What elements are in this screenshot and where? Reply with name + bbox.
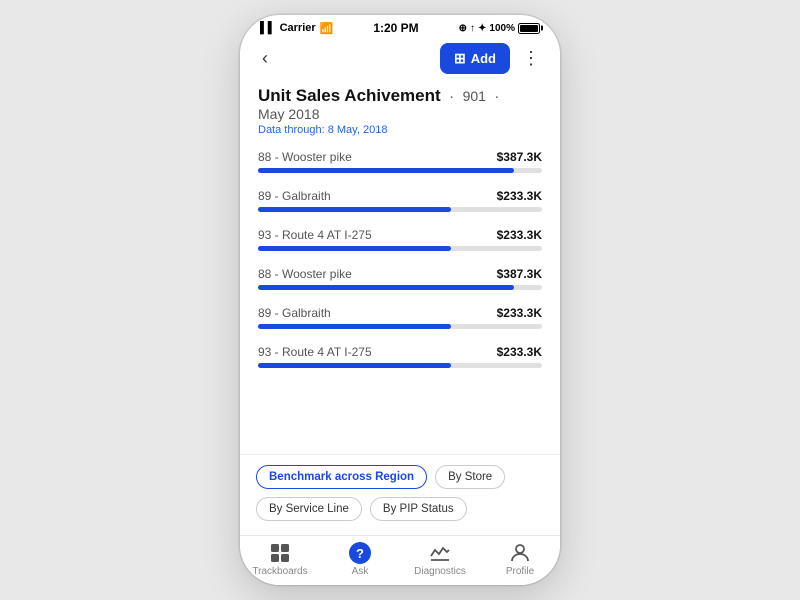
filter-chip[interactable]: Benchmark across Region bbox=[256, 465, 427, 489]
nav-icon-1: ? bbox=[349, 542, 371, 564]
filter-chip[interactable]: By PIP Status bbox=[370, 497, 467, 521]
bar-value: $387.3K bbox=[497, 150, 542, 164]
bar-track bbox=[258, 207, 542, 212]
filter-add-icon: ⊞ bbox=[454, 50, 466, 67]
title-number: 901 bbox=[463, 88, 486, 104]
bar-item: 88 - Wooster pike $387.3K bbox=[258, 267, 542, 290]
status-right: ⊕ ↑ ✦ 100% bbox=[459, 23, 540, 34]
add-button[interactable]: ⊞ Add bbox=[440, 43, 510, 74]
bar-track bbox=[258, 285, 542, 290]
nav-label: Diagnostics bbox=[414, 566, 466, 577]
nav-item-diagnostics[interactable]: Diagnostics bbox=[400, 542, 480, 577]
toolbar: ‹ ⊞ Add ⋮ bbox=[240, 39, 560, 82]
nav-label: Trackboards bbox=[252, 566, 307, 577]
nav-label: Profile bbox=[506, 566, 534, 577]
page-title-main: Unit Sales Achivement bbox=[258, 86, 441, 105]
ask-icon: ? bbox=[349, 542, 371, 564]
filter-row: Benchmark across Region By Store bbox=[256, 465, 544, 489]
bar-label: 93 - Route 4 AT I-275 bbox=[258, 228, 372, 242]
bar-label-row: 88 - Wooster pike $387.3K bbox=[258, 150, 542, 164]
nav-icon-3 bbox=[509, 542, 531, 564]
bar-label-row: 93 - Route 4 AT I-275 $233.3K bbox=[258, 228, 542, 242]
time-display: 1:20 PM bbox=[373, 21, 418, 35]
bar-label: 88 - Wooster pike bbox=[258, 150, 352, 164]
bar-label: 89 - Galbraith bbox=[258, 189, 331, 203]
bar-fill bbox=[258, 285, 514, 290]
bar-label-row: 93 - Route 4 AT I-275 $233.3K bbox=[258, 345, 542, 359]
bar-label: 89 - Galbraith bbox=[258, 306, 331, 320]
bar-label: 88 - Wooster pike bbox=[258, 267, 352, 281]
bar-value: $233.3K bbox=[497, 189, 542, 203]
data-through: Data through: 8 May, 2018 bbox=[258, 124, 542, 136]
wifi-icon: 📶 bbox=[320, 22, 334, 35]
bar-track bbox=[258, 324, 542, 329]
bar-label-row: 88 - Wooster pike $387.3K bbox=[258, 267, 542, 281]
back-button[interactable]: ‹ bbox=[256, 46, 274, 71]
bar-value: $387.3K bbox=[497, 267, 542, 281]
signal-icon: ▌▌ bbox=[260, 22, 276, 34]
battery-icon bbox=[518, 23, 540, 34]
bar-label-row: 89 - Galbraith $233.3K bbox=[258, 306, 542, 320]
filter-row: By Service Line By PIP Status bbox=[256, 497, 544, 521]
bar-fill bbox=[258, 324, 451, 329]
add-label: Add bbox=[471, 51, 496, 66]
title-dot-1: · bbox=[449, 88, 454, 105]
nav-item-profile[interactable]: Profile bbox=[480, 542, 560, 577]
phone-frame: ▌▌ Carrier 📶 1:20 PM ⊕ ↑ ✦ 100% ‹ ⊞ Add … bbox=[240, 15, 560, 585]
bar-label: 93 - Route 4 AT I-275 bbox=[258, 345, 372, 359]
nav-icon-0 bbox=[269, 542, 291, 564]
location-icon: ⊕ bbox=[459, 23, 467, 34]
profile-icon bbox=[509, 542, 531, 564]
diagnostics-icon bbox=[429, 542, 451, 564]
page-header: Unit Sales Achivement · 901 · May 2018 D… bbox=[240, 82, 560, 142]
title-dot-2: · bbox=[494, 88, 499, 105]
nav-item-ask[interactable]: ? Ask bbox=[320, 542, 400, 577]
bluetooth-icon: ✦ bbox=[478, 23, 486, 34]
nav-item-trackboards[interactable]: Trackboards bbox=[240, 542, 320, 577]
battery-label: 100% bbox=[489, 23, 515, 34]
nav-label: Ask bbox=[352, 566, 369, 577]
bar-item: 89 - Galbraith $233.3K bbox=[258, 189, 542, 212]
bar-track bbox=[258, 246, 542, 251]
bar-fill bbox=[258, 363, 451, 368]
page-title-row: Unit Sales Achivement · 901 · bbox=[258, 86, 542, 106]
bar-item: 93 - Route 4 AT I-275 $233.3K bbox=[258, 228, 542, 251]
title-date: May 2018 bbox=[258, 106, 542, 122]
bar-fill bbox=[258, 246, 451, 251]
filter-chip[interactable]: By Service Line bbox=[256, 497, 362, 521]
bar-value: $233.3K bbox=[497, 345, 542, 359]
alarm-icon: ↑ bbox=[470, 23, 475, 34]
trackboards-icon bbox=[269, 542, 291, 564]
toolbar-actions: ⊞ Add ⋮ bbox=[440, 43, 544, 74]
bottom-nav: Trackboards ? Ask Diagnostics Profile bbox=[240, 535, 560, 585]
bar-value: $233.3K bbox=[497, 228, 542, 242]
bar-fill bbox=[258, 168, 514, 173]
bar-item: 93 - Route 4 AT I-275 $233.3K bbox=[258, 345, 542, 368]
bar-label-row: 89 - Galbraith $233.3K bbox=[258, 189, 542, 203]
bar-item: 88 - Wooster pike $387.3K bbox=[258, 150, 542, 173]
status-left: ▌▌ Carrier 📶 bbox=[260, 22, 333, 35]
bar-track bbox=[258, 168, 542, 173]
bar-value: $233.3K bbox=[497, 306, 542, 320]
bar-track bbox=[258, 363, 542, 368]
carrier-label: Carrier bbox=[280, 22, 316, 34]
bar-list: 88 - Wooster pike $387.3K 89 - Galbraith… bbox=[240, 142, 560, 454]
bar-fill bbox=[258, 207, 451, 212]
status-bar: ▌▌ Carrier 📶 1:20 PM ⊕ ↑ ✦ 100% bbox=[240, 15, 560, 39]
more-button[interactable]: ⋮ bbox=[518, 46, 544, 71]
bottom-filters: Benchmark across Region By Store By Servic… bbox=[240, 454, 560, 535]
bar-item: 89 - Galbraith $233.3K bbox=[258, 306, 542, 329]
filter-chip[interactable]: By Store bbox=[435, 465, 505, 489]
nav-icon-2 bbox=[429, 542, 451, 564]
